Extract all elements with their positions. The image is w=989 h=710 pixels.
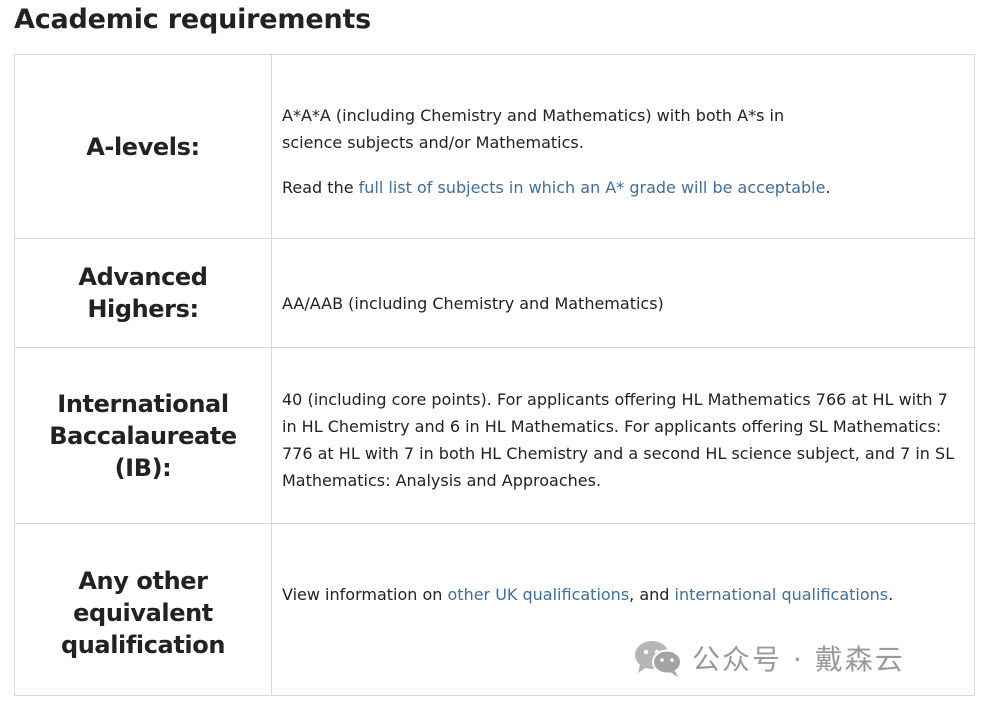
requirement-text: 40 (including core points). For applican… <box>282 389 955 490</box>
requirement-details: AA/AAB (including Chemistry and Mathemat… <box>271 238 975 348</box>
requirement-link[interactable]: international qualifications <box>675 585 889 604</box>
requirement-text: View information on <box>282 585 448 604</box>
qualification-name: Any other equivalent qualification <box>14 523 272 696</box>
qualification-name: A-levels: <box>14 54 272 239</box>
wechat-icon <box>635 641 682 677</box>
requirement-paragraph: AA/AAB (including Chemistry and Mathemat… <box>282 290 956 317</box>
requirement-paragraph: 40 (including core points). For applican… <box>282 386 956 494</box>
requirement-link[interactable]: other UK qualifications <box>448 585 630 604</box>
requirements-table: A-levels: A*A*A (including Chemistry and… <box>14 54 975 696</box>
page-title: Academic requirements <box>14 4 372 35</box>
requirement-text: A*A*A (including Chemistry and Mathemati… <box>282 106 785 152</box>
requirement-details: A*A*A (including Chemistry and Mathemati… <box>271 54 975 239</box>
requirement-text: AA/AAB (including Chemistry and Mathemat… <box>282 293 664 313</box>
qualification-name: Advanced Highers: <box>14 238 272 348</box>
requirement-text: . <box>825 178 831 197</box>
requirement-details: 40 (including core points). For applican… <box>271 347 975 524</box>
requirement-link[interactable]: full list of subjects in which an A* gra… <box>359 178 826 197</box>
watermark: 公众号 · 戴森云 <box>632 638 905 678</box>
qualification-name: International Baccalaureate (IB): <box>14 347 272 524</box>
watermark-text: 公众号 · 戴森云 <box>692 643 905 676</box>
requirement-text: Read the <box>282 178 359 197</box>
requirement-text: . <box>888 585 894 604</box>
requirement-paragraph: Read the full list of subjects in which … <box>282 174 956 201</box>
table-row: Advanced Highers: AA/AAB (including Chem… <box>14 238 975 348</box>
table-row: A-levels: A*A*A (including Chemistry and… <box>14 54 975 239</box>
table-row: International Baccalaureate (IB): 40 (in… <box>14 347 975 524</box>
requirement-paragraph: A*A*A (including Chemistry and Mathemati… <box>282 102 822 156</box>
requirement-text: , and <box>629 585 675 604</box>
requirement-paragraph: View information on other UK qualificati… <box>282 581 956 608</box>
